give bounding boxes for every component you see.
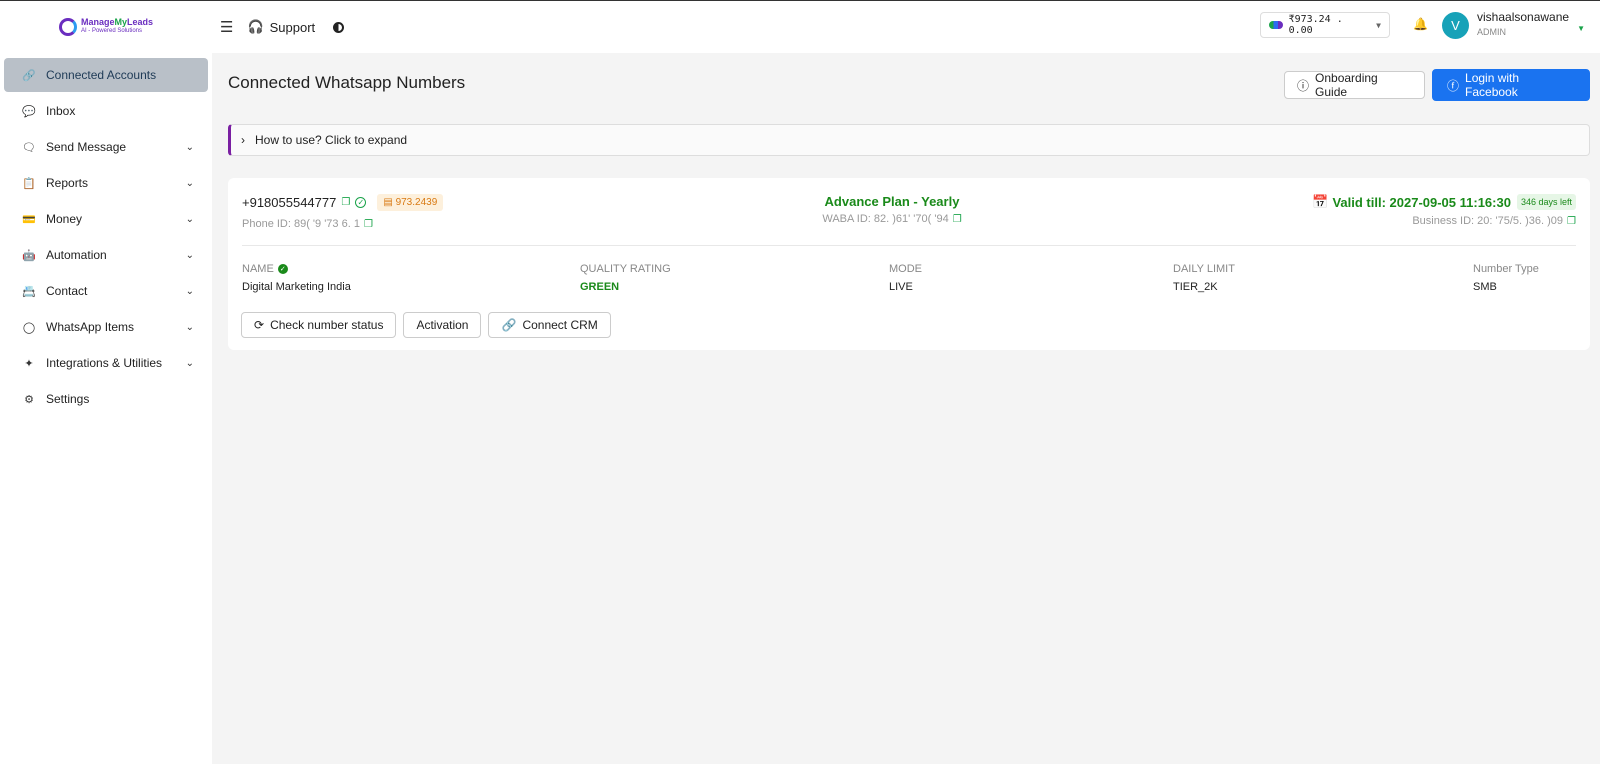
page-title: Connected Whatsapp Numbers [228,73,466,92]
link-icon: 🔗 [22,69,36,82]
report-icon: 📋 [22,177,36,190]
sidebar-item-automation[interactable]: 🤖 Automation ⌄ [4,238,208,272]
login-facebook-button[interactable]: ⓕ Login with Facebook [1432,69,1590,101]
valid-till: Valid till: 2027-09-05 11:16:30 [1332,194,1511,210]
refresh-icon: ⟳ [254,318,265,332]
sidebar-item-contact[interactable]: 📇 Contact ⌄ [4,274,208,308]
sidebar-item-send-message[interactable]: 🗨 Send Message ⌄ [4,130,208,164]
whatsapp-icon: ◯ [22,321,36,334]
check-circle-icon: ✓ [355,197,367,208]
quality-column: QUALITY RATING GREEN [580,263,671,293]
message-icon: 🗨 [22,141,36,154]
user-name: vishaalsonawane [1477,10,1570,24]
caret-down-icon: ▼ [1577,23,1585,33]
chat-icon: 💬 [22,105,36,118]
business-id: Business ID: 20: '75/5. )36. )09 ❐ [1412,215,1576,227]
menu-toggle-icon[interactable]: ☰ [220,18,233,36]
chevron-down-icon: ⌄ [185,285,194,297]
avatar: V [1442,11,1469,39]
balance-badge: ▤ 973.2439 [377,194,444,211]
logo[interactable]: ManageMyLeads AI - Powered Solutions [0,18,212,36]
sidebar-item-whatsapp-items[interactable]: ◯ WhatsApp Items ⌄ [4,310,208,344]
caret-down-icon: ▼ [1376,20,1381,30]
chevron-down-icon: ⌄ [185,141,194,153]
plan-info: Advance Plan - Yearly WABA ID: 82. )61' … [762,194,1022,225]
gear-icon: ⚙ [24,393,34,406]
sidebar-item-integrations[interactable]: ✦ Integrations & Utilities ⌄ [4,346,208,380]
support-label: Support [269,19,316,35]
logo-mark-icon [58,18,77,36]
phone-number: +918055544777 ❐ ✓ ▤ 973.2439 [242,194,444,211]
onboarding-guide-button[interactable]: ⓘ Onboarding Guide [1284,71,1425,99]
how-to-use-expander[interactable]: › How to use? Click to expand [228,124,1590,156]
chevron-down-icon: ⌄ [185,249,194,261]
waba-id: WABA ID: 82. )61' '70( '94 ❐ [822,213,962,225]
account-name: Digital Marketing India [242,281,351,293]
daily-limit-value: TIER_2K [1173,281,1218,293]
robot-icon: 🤖 [22,249,36,262]
number-type-value: SMB [1473,281,1497,293]
bell-icon[interactable]: 🔔 [1413,17,1428,31]
calendar-icon: 📅 [1312,194,1329,209]
copy-icon[interactable]: ❐ [364,219,373,230]
logo-tagline: AI - Powered Solutions [80,28,142,34]
mode-value: LIVE [889,281,913,293]
connect-crm-button[interactable]: 🔗 Connect CRM [488,312,611,338]
copy-icon[interactable]: ❐ [341,197,350,208]
mode-column: MODE LIVE [889,263,922,293]
chevron-down-icon: ⌄ [185,357,194,369]
verified-icon: ✓ [277,264,288,274]
account-card: +918055544777 ❐ ✓ ▤ 973.2439 Phone ID: 8… [228,178,1590,350]
support-link[interactable]: 🎧 Support [247,19,315,35]
sidebar-item-inbox[interactable]: 💬 Inbox [4,94,208,128]
contact-icon: 📇 [22,285,36,298]
sidebar-item-connected-accounts[interactable]: 🔗 Connected Accounts [4,58,208,92]
logo-name: ManageMyLeads [80,17,154,27]
sidebar: 🔗 Connected Accounts 💬 Inbox 🗨 Send Mess… [0,53,212,764]
wallet-icon [1269,21,1283,29]
link-icon: 🔗 [501,318,517,332]
number-type-column: Number Type SMB [1473,263,1539,293]
wallet-dropdown[interactable]: ₹973.24 . 0.00 ▼ [1260,12,1390,38]
chevron-down-icon: ⌄ [185,321,194,333]
chevron-down-icon: ⌄ [185,213,194,225]
chevron-down-icon: ⌄ [185,177,194,189]
phone-id: Phone ID: 89( '9 '73 6. 1 ❐ [242,218,373,230]
days-left-badge: 346 days left [1516,194,1576,210]
wallet-balance: ₹973.24 . 0.00 [1288,14,1343,36]
facebook-icon: ⓕ [1447,78,1460,93]
user-role: ADMIN [1477,27,1506,37]
sidebar-item-reports[interactable]: 📋 Reports ⌄ [4,166,208,200]
headset-icon: 🎧 [247,19,264,34]
main-content: Connected Whatsapp Numbers ⓘ Onboarding … [212,53,1600,764]
quality-rating: GREEN [580,281,620,293]
name-column: NAME ✓ Digital Marketing India [242,263,351,293]
check-status-button[interactable]: ⟳ Check number status [241,312,397,338]
daily-limit-column: DAILY LIMIT TIER_2K [1173,263,1235,293]
copy-icon[interactable]: ❐ [1567,216,1576,227]
chevron-right-icon: › [241,133,245,147]
activation-button[interactable]: Activation [403,312,482,338]
user-menu[interactable]: V vishaalsonawane ADMIN ▼ [1442,10,1585,40]
copy-icon[interactable]: ❐ [953,214,962,225]
wallet-icon: 💳 [22,213,36,226]
help-circle-icon: ⓘ [1297,78,1310,93]
plan-name: Advance Plan - Yearly [824,194,960,209]
theme-toggle-icon[interactable] [333,21,345,33]
sidebar-item-settings[interactable]: ⚙ Settings [4,382,208,416]
sparkle-icon: ✦ [24,357,34,370]
account-actions: ⟳ Check number status Activation 🔗 Conne… [241,312,611,338]
validity-info: 📅 Valid till: 2027-09-05 11:16:30 346 da… [1312,194,1576,227]
sidebar-item-money[interactable]: 💳 Money ⌄ [4,202,208,236]
